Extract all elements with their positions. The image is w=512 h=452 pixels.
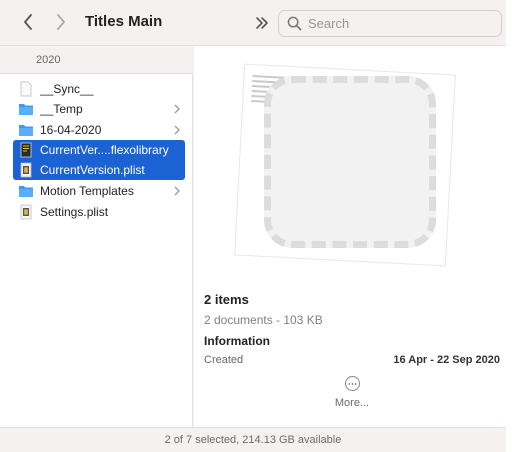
list-item-label: Settings.plist — [40, 205, 109, 219]
toolbar: Titles Main — [0, 0, 506, 46]
created-row: Created 16 Apr - 22 Sep 2020 — [204, 354, 500, 366]
list-item[interactable]: __Temp — [13, 99, 185, 119]
chevron-right-icon — [174, 125, 180, 135]
plist-file-icon — [20, 204, 32, 220]
selection-count: 2 items — [204, 292, 249, 307]
list-item[interactable]: __Sync__ — [13, 79, 185, 99]
selection-summary: 2 documents - 103 KB — [204, 313, 323, 327]
library-file-icon — [20, 142, 32, 158]
file-icon — [20, 81, 32, 97]
window-edge — [506, 0, 512, 452]
list-item[interactable]: 16-04-2020 — [13, 120, 185, 140]
created-value: 16 Apr - 22 Sep 2020 — [393, 354, 500, 366]
file-column: 2020 __Sync__ __Temp 16-04-2020 CurrentV… — [0, 46, 193, 427]
folder-icon — [19, 125, 33, 136]
chevron-right-icon — [174, 186, 180, 196]
folder-icon — [19, 104, 33, 115]
list-item[interactable]: Motion Templates — [13, 181, 185, 201]
list-item-label: CurrentVersion.plist — [40, 163, 145, 177]
column-header: 2020 — [0, 46, 193, 74]
window-title: Titles Main — [85, 13, 163, 30]
list-item-label: Motion Templates — [40, 184, 134, 198]
information-heading: Information — [204, 334, 270, 348]
list-item-label: 16-04-2020 — [40, 123, 102, 137]
search-icon — [287, 16, 302, 31]
chevron-right-icon — [174, 104, 180, 114]
back-button[interactable] — [18, 10, 38, 34]
more-button[interactable]: More... — [324, 376, 380, 409]
plist-file-icon — [20, 162, 32, 178]
ellipsis-icon — [344, 376, 360, 391]
created-label: Created — [204, 354, 244, 366]
status-bar: 2 of 7 selected, 214.13 GB available — [0, 427, 506, 452]
list-item-label: CurrentVer....flexolibrary — [40, 143, 169, 157]
toolbar-overflow-button[interactable] — [254, 15, 270, 31]
list-item[interactable]: CurrentVer....flexolibrary — [13, 140, 185, 160]
more-label: More... — [334, 397, 370, 409]
list-item-label: __Temp — [40, 102, 83, 116]
list-item[interactable]: CurrentVersion.plist — [13, 160, 185, 180]
preview-pane: 2 items 2 documents - 103 KB Information… — [194, 46, 506, 427]
search-input[interactable] — [308, 16, 488, 31]
finder-window: Titles Main 2020 __Sync__ __Temp — [0, 0, 506, 452]
folder-icon — [19, 186, 33, 197]
chevron-left-icon — [24, 14, 32, 30]
list-item[interactable]: Settings.plist — [13, 202, 185, 222]
list-item-label: __Sync__ — [40, 82, 94, 96]
stack-placeholder-icon — [264, 76, 436, 248]
double-chevron-icon — [256, 17, 268, 29]
chevron-right-icon — [57, 14, 65, 30]
search-field[interactable] — [278, 10, 502, 37]
forward-button[interactable] — [51, 10, 71, 34]
